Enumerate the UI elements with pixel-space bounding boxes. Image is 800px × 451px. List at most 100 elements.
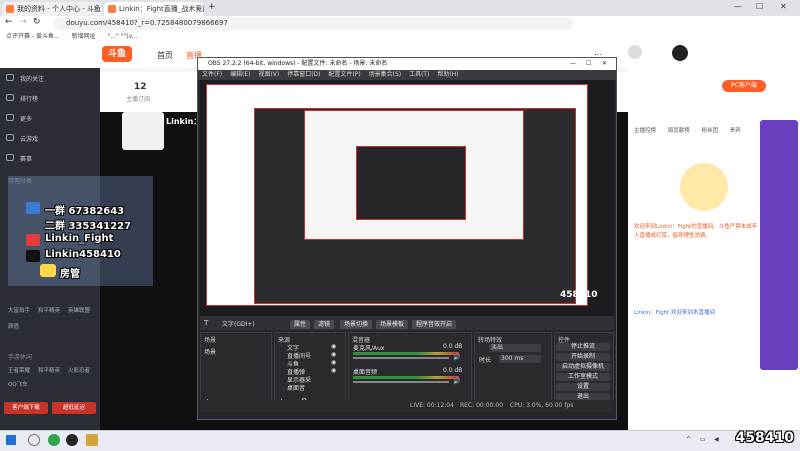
sidebar-grid-item[interactable]: 大富翁手 [8,306,30,314]
speaker-icon[interactable]: 🔊 [453,378,460,385]
obs-title: OBS 27.2.2 (64-bit, windows) - 配置文件: 未命名… [208,60,388,67]
obs-menu-item[interactable]: 工具(T) [409,71,429,78]
scene-item[interactable]: 场景 [204,347,216,356]
browser-tab[interactable]: 我的资料 - 个人中心 - 斗鱼 ✕ [2,2,102,16]
new-tab-button[interactable]: + [208,2,216,12]
close-tab-icon[interactable]: ✕ [195,2,201,16]
sidebar-grid-item[interactable]: 颜值 [8,322,19,330]
obs-menu-item[interactable]: 视图(V) [258,71,279,78]
obs-minimize-icon[interactable]: — [570,58,576,70]
mixer-level-meter [353,352,459,355]
video-icon [6,114,14,121]
avatar[interactable] [672,45,688,61]
audio-button[interactable]: 程序音效开启 [412,320,457,329]
promo-banner[interactable] [760,120,798,370]
overlay-group1: 一群 67382643 [45,206,125,217]
obs-taskbar-icon[interactable] [66,434,78,446]
obs-menu-item[interactable]: 帮助(H) [437,71,458,78]
obs-preview[interactable]: 458410 [200,80,614,316]
weibo-icon [26,234,40,246]
sidebar-item-events[interactable]: 赛事 [20,154,32,163]
volume-icon[interactable]: ◀ [714,436,719,443]
scene-template-button[interactable]: 场景模板 [376,320,409,329]
obs-titlebar: OBS 27.2.2 (64-bit, windows) - 配置文件: 未命名… [198,58,616,70]
eye-icon[interactable]: ◉ [331,367,336,374]
settings-button[interactable]: 设置 [556,383,610,391]
browser-tab-strip: 我的资料 - 个人中心 - 斗鱼 ✕ Linkin：Fight直播_战术竞技 ✕… [0,0,800,16]
obs-menu-item[interactable]: 文件(F) [202,71,222,78]
network-icon[interactable]: ▭ [700,436,706,443]
mixer-volume-slider[interactable] [353,357,449,359]
eye-icon[interactable]: ◉ [331,343,336,350]
tab-rank[interactable]: 主播控榜 [634,128,656,134]
low-latency-button[interactable]: 超低延迟 [52,402,96,414]
tab-week[interactable]: 周贡献榜 [668,128,690,134]
app-taskbar-icon[interactable] [86,434,98,446]
reload-icon[interactable]: ↻ [33,17,41,27]
source-item[interactable]: 桌面音 [287,383,305,392]
cpu-status: CPU: 3.0%, 60.00 fps [510,402,574,409]
sidebar-grid-item[interactable]: 英雄联盟 [68,306,90,314]
sidebar-item-more[interactable]: 更多 [20,114,32,123]
history-icon[interactable] [628,45,642,59]
sidebar-item-follow[interactable]: 我的关注 [20,74,44,83]
sidebar-item-rank[interactable]: 排行榜 [20,94,38,103]
bookmark-item[interactable]: 点评开赛 - 爱斗鱼... [6,33,60,40]
obs-menu-item[interactable]: 配置文件(P) [328,71,360,78]
obs-maximize-icon[interactable]: ☐ [586,58,591,70]
eye-icon[interactable]: ◉ [331,351,336,358]
close-window-icon[interactable]: ✕ [780,2,787,11]
sidebar-grid-item[interactable]: 火影忍者 [68,366,90,374]
back-icon[interactable]: ← [5,17,13,27]
obs-close-icon[interactable]: ✕ [602,58,607,70]
tray-arrow-icon[interactable]: ^ [686,436,691,443]
stop-streaming-button[interactable]: 停止推流 [556,343,610,351]
sidebar-item-cloud[interactable]: 云游戏 [20,134,38,143]
maximize-window-icon[interactable]: ☐ [756,2,763,11]
client-download-button[interactable]: 客户端下载 [4,402,48,414]
search-icon[interactable] [28,434,40,446]
overlay-admin: 房管 [60,269,80,280]
address-bar[interactable]: douyu.com/458410?_r=0.7258480079866697 [54,17,574,30]
studio-mode-button[interactable]: 工作室模式 [556,373,610,381]
properties-button[interactable]: 属性 [290,320,311,329]
sidebar-grid-item[interactable]: 王者荣耀 [8,366,30,374]
obs-menu-item[interactable]: 场景集合(S) [369,71,402,78]
douyu-favicon-icon [108,5,116,13]
heart-icon [6,74,14,81]
chrome-icon[interactable] [48,434,60,446]
close-tab-icon[interactable]: ✕ [93,2,99,16]
start-recording-button[interactable]: 开始录制 [556,353,610,361]
sidebar-grid-item[interactable]: 和平精英 [38,306,60,314]
tab-fans[interactable]: 粉丝团 [702,128,719,134]
duration-input[interactable]: 300 ms [499,355,541,363]
trophy-icon [6,154,14,161]
pc-client-button[interactable]: PC客户端 [722,80,766,92]
mixer-track-db: 0.0 dB [443,367,463,374]
bookmark-item[interactable]: "..." ""(v... [108,33,138,40]
room-number-watermark: 458410 [735,430,794,446]
douyu-logo[interactable]: 斗鱼 [102,46,132,62]
sidebar-grid-item[interactable]: 和平精英 [38,366,60,374]
obs-menu-item[interactable]: 编辑(E) [230,71,250,78]
obs-menu-item[interactable]: 停靠窗口(D) [287,71,320,78]
scene-switch-button[interactable]: 场景切换 [340,320,373,329]
browser-tab-active[interactable]: Linkin：Fight直播_战术竞技 ✕ [104,2,204,16]
eye-icon[interactable]: ◉ [331,359,336,366]
tab-vip[interactable]: 贵宾 [730,128,741,134]
minimize-window-icon[interactable]: — [734,2,742,11]
obs-statusbar: LIVE: 00:12:04 REC: 00:00:00 CPU: 3.0%, … [200,400,614,412]
nav-home[interactable]: 首页 [157,50,173,61]
overlay-name: Linkin_Fight [45,233,114,244]
windows-start-icon[interactable] [6,435,16,445]
mixer-volume-slider[interactable] [353,381,449,383]
virtual-camera-button[interactable]: 启动虚拟摄像机 [556,363,610,371]
speaker-icon[interactable]: 🔊 [453,354,460,361]
sidebar-grid-item[interactable]: QQ飞车 [8,380,28,388]
filters-button[interactable]: 滤镜 [314,320,335,329]
mixer-track-name: 桌面音频 [353,369,378,376]
transition-select[interactable]: 淡出 [489,344,541,352]
streamer-avatar[interactable] [122,112,164,150]
bookmark-item[interactable]: 新增网址 [72,33,96,40]
forward-icon[interactable]: → [19,17,27,27]
